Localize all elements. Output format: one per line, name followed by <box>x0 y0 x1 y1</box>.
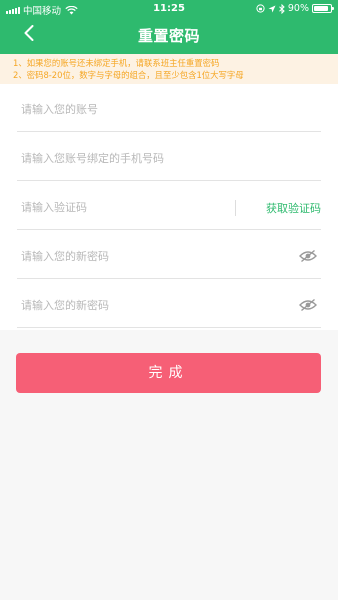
get-code-button[interactable]: 获取验证码 <box>266 200 321 216</box>
confirm-password-input[interactable] <box>21 296 231 314</box>
battery-icon <box>312 4 334 13</box>
rotation-lock-icon <box>256 4 265 13</box>
battery-fill <box>314 6 329 11</box>
account-field-row <box>17 84 321 132</box>
eye-off-icon[interactable] <box>299 249 317 263</box>
status-bar: 中国移动 11:25 90% <box>0 0 338 18</box>
account-input[interactable] <box>21 100 231 118</box>
location-icon <box>268 5 276 12</box>
code-field-row: 获取验证码 <box>17 182 321 230</box>
submit-button[interactable]: 完成 <box>16 353 321 393</box>
bluetooth-icon <box>279 3 285 14</box>
battery-percent: 90% <box>287 3 309 14</box>
notice-line-2: 2、密码8-20位，数字与字母的组合，且至少包含1位大写字母 <box>13 70 244 80</box>
phone-input[interactable] <box>21 149 231 167</box>
confirm-password-field-row <box>17 280 321 328</box>
notice-line-1: 1、如果您的账号还未绑定手机，请联系班主任重置密码 <box>13 58 220 68</box>
notice-banner: 1、如果您的账号还未绑定手机，请联系班主任重置密码 2、密码8-20位，数字与字… <box>0 54 338 84</box>
verification-code-input[interactable] <box>21 198 231 216</box>
reset-password-form: 获取验证码 <box>0 84 338 330</box>
status-right: 90% <box>256 3 334 14</box>
phone-field-row <box>17 133 321 181</box>
header-bar: 中国移动 11:25 90% 重置密码 <box>0 0 338 54</box>
code-divider <box>235 200 236 216</box>
page-title: 重置密码 <box>137 27 200 45</box>
eye-off-icon[interactable] <box>299 298 317 312</box>
new-password-input[interactable] <box>21 247 231 265</box>
new-password-field-row <box>17 231 321 279</box>
